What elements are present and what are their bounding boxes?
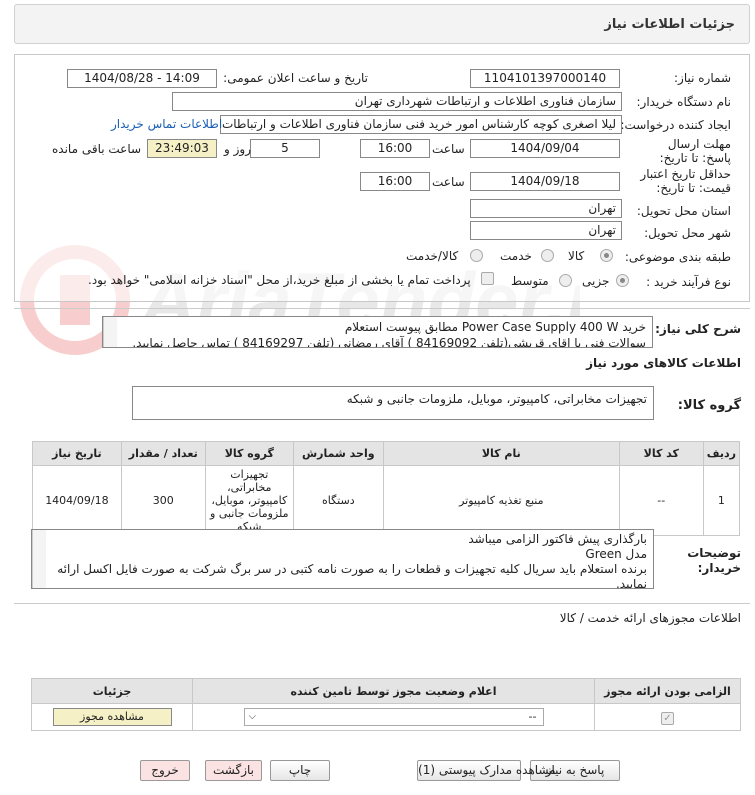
summary-line-1: خرید Power Case Supply 400 W مطابق پیوست… <box>344 320 646 334</box>
col-date: تاریخ نیاز <box>32 441 122 466</box>
chevron-down-icon: ⌵ <box>248 711 257 722</box>
remaining-label: ساعت باقی مانده <box>52 142 142 156</box>
process-radio-medium[interactable] <box>559 274 572 287</box>
licenses-table-header: الزامی بودن ارائه مجوز اعلام وضعیت مجوز … <box>31 678 741 704</box>
days-field: 5 <box>250 139 320 158</box>
table-row: ✓ ⌵ -- مشاهده مجوز <box>31 703 741 731</box>
view-license-button[interactable]: مشاهده مجوز <box>52 708 172 726</box>
page-title: جزئیات اطلاعات نیاز <box>604 17 735 32</box>
license-status-cell: ⌵ -- <box>192 703 595 731</box>
province-label: استان محل تحویل: <box>636 204 731 218</box>
col-quantity: تعداد / مقدار <box>120 441 206 466</box>
category-option-goods: کالا <box>568 249 585 263</box>
cell-date: 1404/09/18 <box>32 465 122 536</box>
table-row: 1 -- منبع تغذیه کامپیوتر دستگاه تجهیزات … <box>32 465 741 536</box>
deadline-date-field: 1404/09/04 <box>470 139 620 158</box>
buyer-notes-line-2: مدل Green <box>585 547 647 561</box>
validity-label: حداقل تاریخ اعتبار قیمت: تا تاریخ: <box>640 167 731 195</box>
goods-table: ردیف کد کالا نام کالا واحد شمارش گروه کا… <box>32 441 741 536</box>
cell-quantity: 300 <box>120 465 206 536</box>
category-radio-both[interactable] <box>470 249 483 262</box>
process-label: نوع فرآیند خرید : <box>646 275 731 289</box>
back-button[interactable]: بازگشت <box>205 760 262 781</box>
contact-info-link[interactable]: اطلاعات تماس خریدار <box>111 117 222 131</box>
goods-info-title: اطلاعات کالاهای مورد نیاز <box>586 356 741 370</box>
goods-table-header: ردیف کد کالا نام کالا واحد شمارش گروه کا… <box>32 441 741 466</box>
buyer-notes-line-3: برنده استعلام باید سریال کلیه تجهیزات و … <box>57 562 647 589</box>
process-option-minor: جزیی <box>582 274 610 288</box>
buyer-field: سازمان فناوری اطلاعات و ارتباطات شهرداری… <box>172 92 622 111</box>
col-license-details: جزئیات <box>31 678 193 704</box>
col-license-status: اعلام وضعیت مجوز توسط تامین کننده <box>192 678 595 704</box>
license-status-select[interactable]: ⌵ -- <box>243 708 544 726</box>
category-option-service: خدمت <box>500 249 532 263</box>
col-row: ردیف <box>702 441 741 466</box>
cell-row: 1 <box>702 465 741 536</box>
process-option-medium: متوسط <box>511 274 549 288</box>
license-status-value: -- <box>528 710 537 723</box>
goods-group-label: گروه کالا: <box>677 398 741 413</box>
validity-time-field: 16:00 <box>360 172 430 191</box>
cell-code: -- <box>618 465 704 536</box>
deadline-time-label: ساعت <box>432 142 465 156</box>
exit-button[interactable]: خروج <box>140 760 190 781</box>
buyer-notes-textarea: بارگذاری پیش فاکتور الزامی میباشد مدل Gr… <box>31 529 654 589</box>
buyer-notes-line-1: بارگذاری پیش فاکتور الزامی میباشد <box>468 532 647 546</box>
license-details-cell: مشاهده مجوز <box>31 703 193 731</box>
divider <box>14 603 750 604</box>
cell-name: منبع تغذیه کامپیوتر <box>382 465 620 536</box>
buyer-notes-scrollbar[interactable] <box>32 530 46 588</box>
col-license-required: الزامی بودن ارائه مجوز <box>594 678 741 704</box>
category-radio-service[interactable] <box>541 249 554 262</box>
summary-textarea: خرید Power Case Supply 400 W مطابق پیوست… <box>102 316 653 348</box>
page-header: جزئیات اطلاعات نیاز <box>14 4 750 44</box>
province-field: تهران <box>470 199 622 218</box>
licenses-table: الزامی بودن ارائه مجوز اعلام وضعیت مجوز … <box>31 678 741 731</box>
need-number-label: شماره نیاز: <box>674 71 731 85</box>
goods-group-field: تجهیزات مخابراتی، کامپیوتر، موبایل، ملزو… <box>132 386 654 420</box>
summary-scrollbar[interactable] <box>103 317 117 347</box>
validity-date-field: 1404/09/18 <box>470 172 620 191</box>
category-option-both: کالا/خدمت <box>406 249 459 263</box>
view-attachments-button[interactable]: مشاهده مدارک پیوستی (1) <box>417 760 556 781</box>
col-unit: واحد شمارش <box>292 441 384 466</box>
licenses-title: اطلاعات مجوزهای ارائه خدمت / کالا <box>559 611 741 625</box>
announce-label: تاریخ و ساعت اعلان عمومی: <box>223 71 368 85</box>
requester-label: ایجاد کننده درخواست: <box>620 118 731 132</box>
cell-unit: دستگاه <box>292 465 384 536</box>
col-name: نام کالا <box>382 441 620 466</box>
license-required-cell: ✓ <box>594 703 741 731</box>
deadline-time-field: 16:00 <box>360 139 430 158</box>
city-field: تهران <box>470 221 622 240</box>
requester-field: لیلا اصغری کوچه کارشناس امور خرید فنی سا… <box>220 115 622 134</box>
license-required-checkbox[interactable]: ✓ <box>661 711 674 725</box>
process-radio-minor[interactable] <box>616 274 629 287</box>
col-code: کد کالا <box>618 441 704 466</box>
city-label: شهر محل تحویل: <box>644 226 731 240</box>
buyer-notes-label: توضیحات خریدار: <box>687 546 741 575</box>
announce-field: 1404/08/28 - 14:09 <box>67 69 217 88</box>
days-label: روز و <box>224 142 251 156</box>
divider <box>14 308 750 309</box>
need-number-field: 1104101397000140 <box>470 69 620 88</box>
remaining-time-field: 23:49:03 <box>147 139 217 158</box>
cell-group: تجهیزات مخابراتی، کامپیوتر، موبایل، ملزو… <box>204 465 294 536</box>
validity-time-label: ساعت <box>432 175 465 189</box>
buyer-label: نام دستگاه خریدار: <box>636 95 732 109</box>
summary-line-2: سوالات فنی با اقای قریشی(تلفن 84169092 )… <box>132 336 646 348</box>
col-group: گروه کالا <box>204 441 294 466</box>
category-label: طبقه بندی موضوعی: <box>624 250 731 264</box>
category-radio-goods[interactable] <box>600 249 613 262</box>
deadline-label: مهلت ارسال پاسخ: تا تاریخ: <box>659 137 731 165</box>
summary-label: شرح کلی نیاز: <box>655 322 741 336</box>
payment-text: پرداخت تمام یا بخشی از مبلغ خرید،از محل … <box>88 273 471 287</box>
print-button[interactable]: چاپ <box>270 760 330 781</box>
payment-checkbox[interactable] <box>481 272 494 285</box>
